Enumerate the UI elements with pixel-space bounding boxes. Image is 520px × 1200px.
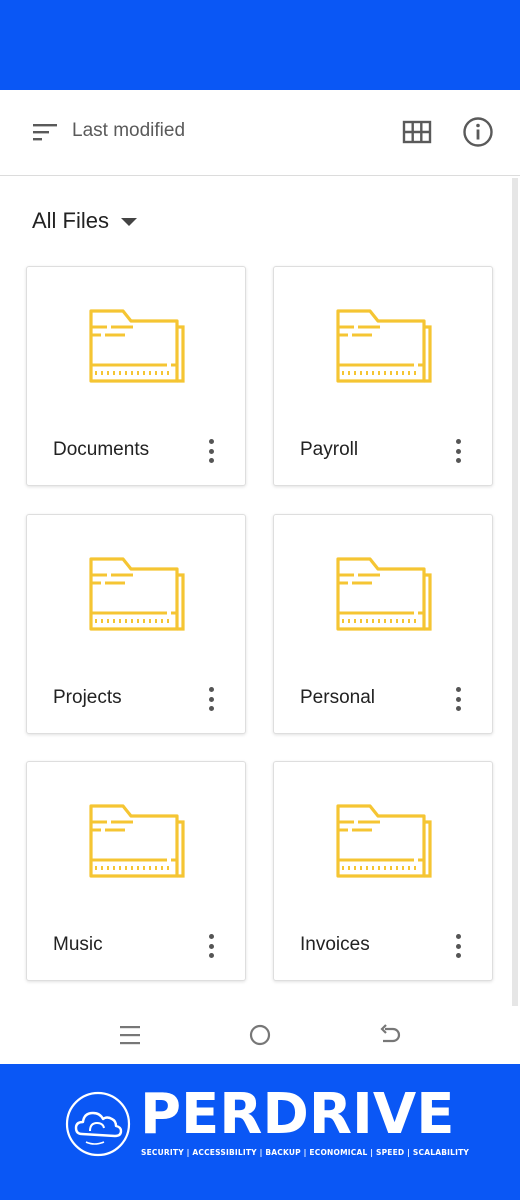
- folder-card-music[interactable]: Music: [26, 761, 246, 981]
- more-options-icon[interactable]: [448, 932, 468, 960]
- folder-icon: [336, 309, 432, 383]
- folder-icon: [336, 804, 432, 878]
- folder-name: Projects: [53, 687, 122, 708]
- brand-name: PERDRIVE: [140, 1082, 455, 1147]
- scrollbar[interactable]: [512, 178, 518, 1006]
- folder-icon: [336, 557, 432, 631]
- home-icon[interactable]: [247, 1022, 273, 1048]
- more-options-icon[interactable]: [448, 437, 468, 465]
- more-options-icon[interactable]: [201, 437, 221, 465]
- folder-card-payroll[interactable]: Payroll: [273, 266, 493, 486]
- grid-view-icon[interactable]: [402, 118, 432, 146]
- folder-name: Music: [53, 934, 103, 955]
- sort-label[interactable]: Last modified: [72, 120, 185, 142]
- brand-footer: PERDRIVE SECURITY | ACCESSIBILITY | BACK…: [0, 1064, 520, 1200]
- navigation-bar: [0, 1006, 520, 1064]
- all-files-title: All Files: [32, 208, 110, 233]
- recents-icon[interactable]: [117, 1022, 143, 1048]
- folder-name: Invoices: [300, 934, 370, 955]
- folder-card-documents[interactable]: Documents: [26, 266, 246, 486]
- folder-card-invoices[interactable]: Invoices: [273, 761, 493, 981]
- sort-icon[interactable]: [32, 122, 58, 142]
- cloud-logo-icon: [65, 1091, 131, 1157]
- folder-name: Documents: [53, 439, 150, 460]
- folder-card-personal[interactable]: Personal: [273, 514, 493, 734]
- folder-icon: [89, 804, 185, 878]
- more-options-icon[interactable]: [201, 932, 221, 960]
- folder-icon: [89, 557, 185, 631]
- brand-tagline: SECURITY | ACCESSIBILITY | BACKUP | ECON…: [141, 1148, 470, 1157]
- caret-down-icon: [121, 218, 138, 226]
- folder-icon: [89, 309, 185, 383]
- folder-name: Personal: [300, 687, 375, 708]
- status-bar: [0, 0, 520, 90]
- more-options-icon[interactable]: [448, 685, 468, 713]
- more-options-icon[interactable]: [201, 685, 221, 713]
- all-files-dropdown[interactable]: All Files: [32, 206, 138, 236]
- back-icon[interactable]: [377, 1022, 403, 1048]
- info-icon[interactable]: [462, 116, 494, 148]
- folder-card-projects[interactable]: Projects: [26, 514, 246, 734]
- folder-name: Payroll: [300, 439, 359, 460]
- toolbar: Last modified: [0, 90, 520, 176]
